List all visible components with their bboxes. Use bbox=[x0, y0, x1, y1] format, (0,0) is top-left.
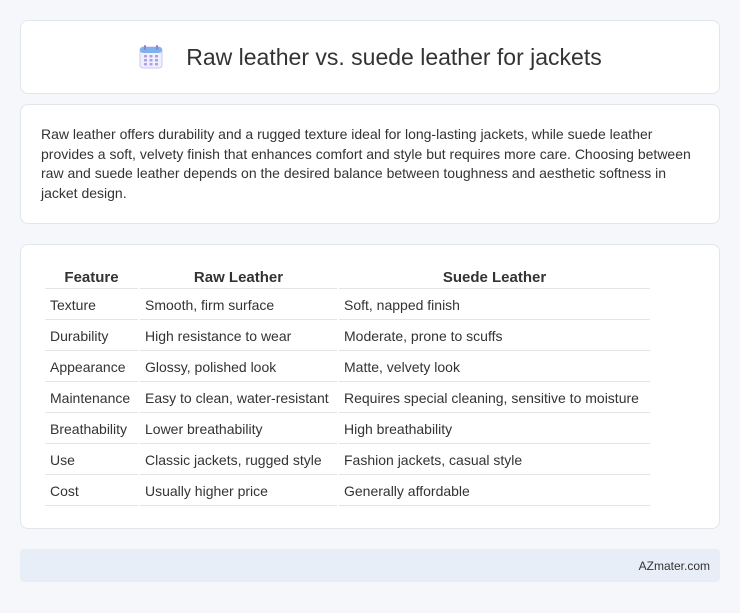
cell-feature: Cost bbox=[45, 477, 138, 506]
header-raw-leather: Raw Leather bbox=[140, 267, 337, 289]
page-title: Raw leather vs. suede leather for jacket… bbox=[186, 43, 602, 70]
summary-text: Raw leather offers durability and a rugg… bbox=[41, 126, 691, 201]
table-row: Durability High resistance to wear Moder… bbox=[45, 322, 650, 351]
table-row: Breathability Lower breathability High b… bbox=[45, 415, 650, 444]
cell-suede: Generally affordable bbox=[339, 477, 650, 506]
cell-raw: High resistance to wear bbox=[140, 322, 337, 351]
cell-feature: Breathability bbox=[45, 415, 138, 444]
comparison-table: Feature Raw Leather Suede Leather Textur… bbox=[43, 265, 652, 508]
cell-raw: Smooth, firm surface bbox=[140, 291, 337, 320]
header-suede-leather: Suede Leather bbox=[339, 267, 650, 289]
cell-feature: Maintenance bbox=[45, 384, 138, 413]
cell-raw: Glossy, polished look bbox=[140, 353, 337, 382]
cell-raw: Usually higher price bbox=[140, 477, 337, 506]
cell-feature: Appearance bbox=[45, 353, 138, 382]
cell-suede: Matte, velvety look bbox=[339, 353, 650, 382]
table-header-row: Feature Raw Leather Suede Leather bbox=[45, 267, 650, 289]
cell-suede: Requires special cleaning, sensitive to … bbox=[339, 384, 650, 413]
comparison-card: Feature Raw Leather Suede Leather Textur… bbox=[20, 244, 720, 529]
cell-feature: Durability bbox=[45, 322, 138, 351]
table-row: Appearance Glossy, polished look Matte, … bbox=[45, 353, 650, 382]
table-row: Use Classic jackets, rugged style Fashio… bbox=[45, 446, 650, 475]
summary-card: Raw leather offers durability and a rugg… bbox=[20, 104, 720, 224]
table-row: Texture Smooth, firm surface Soft, nappe… bbox=[45, 291, 650, 320]
cell-suede: High breathability bbox=[339, 415, 650, 444]
calendar-icon bbox=[138, 44, 164, 70]
table-row: Cost Usually higher price Generally affo… bbox=[45, 477, 650, 506]
cell-raw: Classic jackets, rugged style bbox=[140, 446, 337, 475]
cell-suede: Soft, napped finish bbox=[339, 291, 650, 320]
cell-raw: Lower breathability bbox=[140, 415, 337, 444]
footer-site-link[interactable]: AZmater.com bbox=[639, 559, 710, 573]
title-card: Raw leather vs. suede leather for jacket… bbox=[20, 20, 720, 94]
cell-suede: Moderate, prone to scuffs bbox=[339, 322, 650, 351]
cell-suede: Fashion jackets, casual style bbox=[339, 446, 650, 475]
header-feature: Feature bbox=[45, 267, 138, 289]
footer: AZmater.com bbox=[20, 549, 720, 582]
cell-feature: Use bbox=[45, 446, 138, 475]
cell-feature: Texture bbox=[45, 291, 138, 320]
cell-raw: Easy to clean, water-resistant bbox=[140, 384, 337, 413]
table-row: Maintenance Easy to clean, water-resista… bbox=[45, 384, 650, 413]
